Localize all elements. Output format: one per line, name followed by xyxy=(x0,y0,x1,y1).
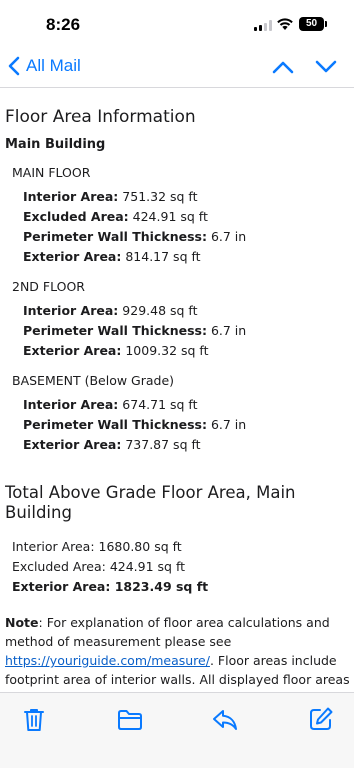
building-name: Main Building xyxy=(5,137,106,152)
floor-row: Excluded Area: 424.91 sq ft xyxy=(23,209,208,224)
back-label: All Mail xyxy=(26,56,81,75)
cellular-signal-icon xyxy=(254,20,272,31)
total-row: Excluded Area: 424.91 sq ft xyxy=(12,559,186,574)
nav-bar: All Mail xyxy=(0,50,354,88)
battery-tip xyxy=(325,21,327,27)
chevron-up-icon[interactable] xyxy=(271,59,295,75)
floor-label: MAIN FLOOR xyxy=(12,165,91,180)
reply-icon[interactable] xyxy=(212,708,238,732)
email-body: Floor Area Information Main Building MAI… xyxy=(5,100,351,692)
total-area-summary: Interior Area: 1680.80 sq ft Excluded Ar… xyxy=(5,537,351,597)
total-row: Interior Area: 1680.80 sq ft xyxy=(12,539,182,554)
total-row: Exterior Area: 1823.49 sq ft xyxy=(12,579,209,594)
measure-link[interactable]: https://youriguide.com/measure/ xyxy=(5,653,210,668)
chevron-down-icon[interactable] xyxy=(314,59,338,75)
floor-section-2nd: 2ND FLOOR Interior Area: 929.48 sq ft Pe… xyxy=(5,279,351,361)
floor-row: Perimeter Wall Thickness: 6.7 in xyxy=(23,323,247,338)
note-text: : For explanation of floor area calculat… xyxy=(5,615,330,649)
note-label: Note xyxy=(5,615,39,630)
floor-section-basement: BASEMENT (Below Grade) Interior Area: 67… xyxy=(5,373,351,455)
chevron-left-icon xyxy=(8,56,20,76)
back-button[interactable]: All Mail xyxy=(8,56,81,76)
floor-row: Exterior Area: 737.87 sq ft xyxy=(23,437,201,452)
total-area-title: Total Above Grade Floor Area, Main Build… xyxy=(5,483,296,522)
wifi-icon xyxy=(277,18,293,30)
floor-row: Exterior Area: 1009.32 sq ft xyxy=(23,343,209,358)
status-time: 8:26 xyxy=(46,15,81,34)
floor-label: 2ND FLOOR xyxy=(12,279,85,294)
floor-row: Interior Area: 674.71 sq ft xyxy=(23,397,198,412)
note-paragraph: Note: For explanation of floor area calc… xyxy=(5,613,351,692)
bottom-toolbar xyxy=(0,692,354,768)
floor-row: Interior Area: 751.32 sq ft xyxy=(23,189,198,204)
floor-section-main: MAIN FLOOR Interior Area: 751.32 sq ft E… xyxy=(5,165,351,267)
floor-row: Perimeter Wall Thickness: 6.7 in xyxy=(23,417,247,432)
floor-label: BASEMENT (Below Grade) xyxy=(12,373,175,388)
floor-row: Exterior Area: 814.17 sq ft xyxy=(23,249,201,264)
compose-icon[interactable] xyxy=(308,706,334,732)
battery-icon: 50 xyxy=(299,17,324,31)
status-bar: 8:26 50 xyxy=(0,0,354,50)
email-title: Floor Area Information xyxy=(5,107,196,127)
folder-icon[interactable] xyxy=(117,709,143,731)
floor-row: Perimeter Wall Thickness: 6.7 in xyxy=(23,229,247,244)
trash-icon[interactable] xyxy=(22,707,46,733)
floor-row: Interior Area: 929.48 sq ft xyxy=(23,303,198,318)
